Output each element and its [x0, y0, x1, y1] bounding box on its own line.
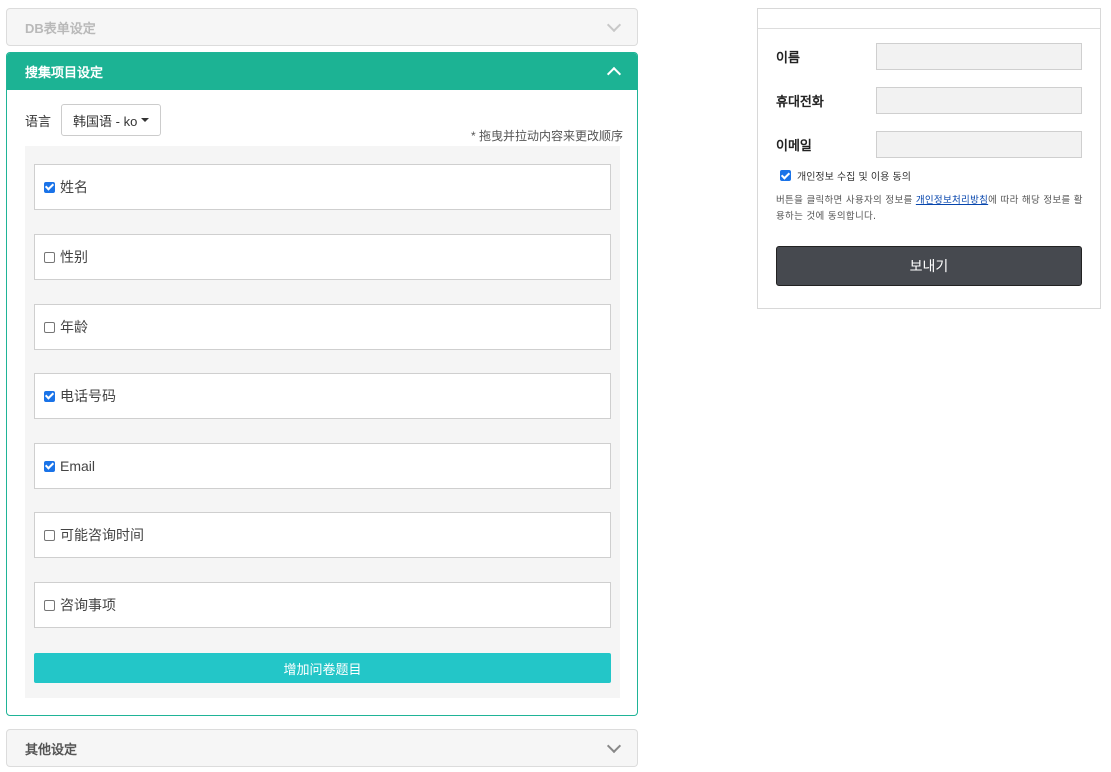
- db-form-panel-header[interactable]: DB表单设定: [7, 9, 637, 45]
- item-label: 年龄: [60, 319, 88, 335]
- caret-down-icon: [141, 118, 150, 122]
- language-select[interactable]: 韩国语 - ko: [61, 104, 162, 136]
- item-label: 电话号码: [60, 388, 116, 404]
- item-checkbox[interactable]: [44, 460, 55, 472]
- preview-field-email: 이메일: [776, 131, 1082, 158]
- email-input[interactable]: [876, 131, 1082, 158]
- preview-field-phone: 휴대전화: [776, 87, 1082, 114]
- privacy-policy-link[interactable]: 개인정보처리방침: [916, 195, 988, 206]
- list-item[interactable]: 姓名: [34, 164, 611, 210]
- other-settings-panel: 其他设定: [6, 729, 638, 767]
- collect-items-panel-header[interactable]: 搜集项目设定: [7, 53, 637, 90]
- preview-field-name: 이름: [776, 43, 1082, 70]
- name-input[interactable]: [876, 43, 1082, 70]
- list-item[interactable]: Email: [34, 443, 611, 489]
- language-label: 语言: [25, 113, 52, 129]
- field-label: 휴대전화: [776, 95, 824, 110]
- consent-row: 개인정보 수집 및 이용 동의: [780, 168, 911, 183]
- item-label: 性别: [60, 249, 88, 265]
- other-settings-panel-header[interactable]: 其他设定: [7, 730, 637, 766]
- field-label: 이메일: [776, 139, 812, 154]
- submit-button[interactable]: 보내기: [776, 246, 1082, 286]
- drag-hint: * 拖曳并拉动内容来更改顺序: [470, 129, 623, 143]
- chevron-up-icon: [606, 66, 622, 81]
- db-form-panel: DB表单设定: [6, 8, 638, 46]
- item-checkbox[interactable]: [44, 181, 55, 193]
- notice-text-before: 버튼을 클릭하면 사용자의 정보를: [776, 195, 916, 206]
- item-checkbox[interactable]: [44, 321, 55, 333]
- privacy-notice: 버튼을 클릭하면 사용자의 정보를 개인정보처리방침에 따라 해당 정보를 활용…: [776, 193, 1086, 225]
- item-checkbox[interactable]: [44, 529, 55, 541]
- list-item[interactable]: 年龄: [34, 304, 611, 350]
- list-item[interactable]: 咨询事项: [34, 582, 611, 628]
- preview-header-bar: [758, 9, 1100, 29]
- sortable-items-list: 姓名 性别 年龄 电话号码 Email 可能咨询时间 咨询事项 增加问卷题目: [25, 146, 620, 698]
- list-item[interactable]: 电话号码: [34, 373, 611, 419]
- consent-label: 개인정보 수집 및 이용 동의: [797, 172, 911, 183]
- form-preview: 이름 휴대전화 이메일 개인정보 수집 및 이용 동의 버튼을 클릭하면 사용자…: [757, 8, 1101, 309]
- chevron-down-icon: [606, 17, 622, 33]
- collect-items-panel: 搜集项目设定 语言 韩国语 - ko * 拖曳并拉动内容来更改顺序 姓名 性别 …: [6, 52, 638, 716]
- item-checkbox[interactable]: [44, 390, 55, 402]
- chevron-down-icon: [606, 738, 622, 754]
- language-value: 韩国语 - ko: [73, 113, 138, 129]
- language-row: 语言 韩国语 - ko: [25, 104, 162, 136]
- other-settings-panel-title: 其他设定: [25, 741, 78, 757]
- db-form-panel-title: DB表单设定: [25, 20, 96, 36]
- item-label: 姓名: [60, 179, 88, 195]
- field-label: 이름: [776, 51, 800, 66]
- item-checkbox[interactable]: [44, 251, 55, 263]
- item-checkbox[interactable]: [44, 599, 55, 611]
- phone-input[interactable]: [876, 87, 1082, 114]
- item-label: 咨询事项: [60, 597, 116, 613]
- list-item[interactable]: 性别: [34, 234, 611, 280]
- item-label: Email: [60, 458, 96, 474]
- list-item[interactable]: 可能咨询时间: [34, 512, 611, 558]
- add-question-button[interactable]: 增加问卷题目: [34, 653, 611, 683]
- collect-items-panel-title: 搜集项目设定: [25, 65, 104, 80]
- item-label: 可能咨询时间: [60, 527, 144, 543]
- consent-checkbox[interactable]: [780, 170, 791, 181]
